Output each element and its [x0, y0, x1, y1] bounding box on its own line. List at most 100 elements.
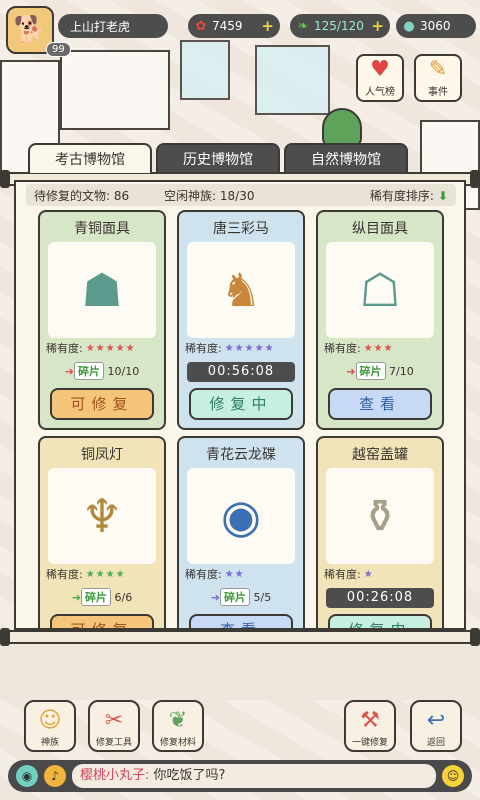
rarity-row: 稀有度: ★★★ — [324, 342, 394, 355]
fragment-progress: ➜ 碎片 5/5 — [185, 588, 297, 606]
gold-amount: 7459 — [212, 19, 243, 33]
repairable-button[interactable]: 可修复 — [50, 388, 154, 420]
tang-horse-icon: ♞ — [187, 242, 295, 338]
fragment-progress: ➜ 碎片 7/10 — [324, 362, 436, 380]
back-button[interactable]: ↩ 返回 — [410, 700, 462, 752]
rarity-row: 稀有度: ★★ — [185, 568, 245, 581]
gem-icon: ● — [403, 18, 415, 34]
repair-materials-button[interactable]: ❦ 修复材料 — [152, 700, 204, 752]
bronze-mask-icon: ☗ — [48, 242, 156, 338]
phoenix-lamp-icon: ♆ — [48, 468, 156, 564]
covered-jar-icon: ⚱ — [326, 468, 434, 564]
sort-down-icon: ⬇ — [437, 188, 448, 203]
player-level-badge: 99 — [46, 42, 71, 57]
repair-timer: 00:26:08 — [326, 588, 434, 608]
chat-channel-icon[interactable]: ◉ — [16, 765, 38, 787]
rarity-row: 稀有度: ★★★★★ — [185, 342, 275, 355]
rarity-stars: ★★★ — [363, 342, 394, 354]
deity-icon: ☺ — [38, 708, 62, 733]
idle-value: 18/30 — [219, 188, 255, 203]
artifact-title: 铜凤灯 — [81, 447, 123, 463]
artifact-card-porcelain-plate[interactable]: 青花云龙碟 ◉ 稀有度: ★★ ➜ 碎片 5/5 查看 — [177, 436, 305, 628]
events-button[interactable]: ✎ 事件 — [414, 54, 462, 102]
gem-amount: 3060 — [420, 19, 451, 33]
add-energy-button[interactable]: + — [371, 17, 384, 35]
repair-materials-label: 修复材料 — [159, 738, 196, 748]
tab-nature-museum[interactable]: 自然博物馆 — [284, 143, 408, 173]
rarity-row: 稀有度: ★ — [324, 568, 374, 581]
red-flower-icon: ✿ — [195, 18, 207, 34]
player-name: 上山打老虎 — [70, 19, 131, 34]
rarity-stars: ★★★★★ — [85, 342, 136, 354]
view-button[interactable]: 查看 — [189, 614, 293, 628]
back-label: 返回 — [426, 738, 445, 748]
tab-archaeology-museum[interactable]: 考古博物馆 — [28, 143, 152, 173]
materials-icon: ❦ — [168, 708, 188, 733]
emoji-icon[interactable]: ☺ — [442, 765, 464, 787]
artifact-card-phoenix-lamp[interactable]: 铜凤灯 ♆ 稀有度: ★★★★ ➜ 碎片 6/6 可修复 — [38, 436, 166, 628]
artifact-title: 纵目面具 — [352, 221, 408, 237]
rarity-row: 稀有度: ★★★★ — [46, 568, 126, 581]
artifact-title: 青花云龙碟 — [206, 447, 276, 463]
pending-artifacts: 待修复的文物: 86 — [34, 187, 164, 204]
repairing-button[interactable]: 修复中 — [189, 388, 293, 420]
popularity-board-button[interactable]: ♥ 人气榜 — [356, 54, 404, 102]
chat-bar: ◉ ♪ 樱桃小丸子: 你吃饭了吗? ☺ — [8, 760, 472, 792]
artifact-card-tang-horse[interactable]: 唐三彩马 ♞ 稀有度: ★★★★★ 00:56:08 修复中 — [177, 210, 305, 430]
repair-timer: 00:56:08 — [187, 362, 295, 382]
tab-history-museum[interactable]: 历史博物馆 — [156, 143, 280, 173]
rarity-stars: ★ — [363, 568, 374, 580]
artifact-title: 唐三彩马 — [213, 221, 269, 237]
rarity-stars: ★★★★★ — [224, 342, 275, 354]
repair-tools-label: 修复工具 — [95, 738, 132, 748]
chat-user-name: 樱桃小丸子: — [80, 768, 150, 783]
popularity-board-label: 人气榜 — [365, 87, 395, 98]
fragment-progress: ➜ 碎片 6/6 — [46, 588, 158, 606]
repairing-button[interactable]: 修复中 — [328, 614, 432, 628]
artifact-card-bronze-mask[interactable]: 青铜面具 ☗ 稀有度: ★★★★★ ➜ 碎片 10/10 可修复 — [38, 210, 166, 430]
repairable-button[interactable]: 可修复 — [50, 614, 154, 628]
rarity-stars: ★★ — [224, 568, 245, 580]
idle-label: 空闲神族: — [164, 188, 217, 203]
voice-icon[interactable]: ♪ — [44, 765, 66, 787]
scroll-event-icon: ✎ — [428, 57, 448, 82]
museum-tabs: 考古博物馆 历史博物馆 自然博物馆 — [28, 143, 448, 173]
player-name-pill: 上山打老虎 — [58, 14, 168, 38]
one-click-repair-button[interactable]: ⚒ 一键修复 — [344, 700, 396, 752]
repair-tools-button[interactable]: ✂ 修复工具 — [88, 700, 140, 752]
leaf-icon: ❧ — [297, 18, 309, 34]
rarity-row: 稀有度: ★★★★★ — [46, 342, 136, 355]
pending-value: 86 — [113, 188, 130, 203]
one-click-repair-label: 一键修复 — [351, 738, 388, 748]
gem-pill: ● 3060 — [396, 14, 476, 38]
artifact-title: 青铜面具 — [74, 221, 130, 237]
artifact-panel: 待修复的文物: 86 空闲神族: 18/30 稀有度排序: ⬇ 青铜面具 ☗ 稀有… — [14, 180, 466, 630]
idle-deities: 空闲神族: 18/30 — [164, 187, 294, 204]
heart-board-icon: ♥ — [370, 57, 390, 82]
fragment-progress: ➜ 碎片 10/10 — [46, 362, 158, 380]
rarity-stars: ★★★★ — [85, 568, 126, 580]
chat-message[interactable]: 樱桃小丸子: 你吃饭了吗? — [72, 764, 436, 788]
gold-pill: ✿ 7459 + — [188, 14, 280, 38]
scroll-rod-bottom — [0, 628, 480, 646]
energy-amount: 125/120 — [314, 19, 364, 33]
view-button[interactable]: 查看 — [328, 388, 432, 420]
porcelain-plate-icon: ◉ — [187, 468, 295, 564]
back-icon: ↩ — [426, 708, 446, 733]
sort-label: 稀有度排序: — [369, 188, 434, 203]
rarity-sort-toggle[interactable]: 稀有度排序: ⬇ — [370, 187, 448, 204]
bronze-mask-icon: ☖ — [326, 242, 434, 338]
chat-message-text: 你吃饭了吗? — [153, 768, 226, 783]
top-status-bar: 🐕 99 上山打老虎 ✿ 7459 + ❧ 125/120 + ● 3060 — [0, 0, 480, 57]
one-click-repair-icon: ⚒ — [360, 708, 380, 733]
pending-label: 待修复的文物: — [34, 188, 111, 203]
energy-pill: ❧ 125/120 + — [290, 14, 390, 38]
events-label: 事件 — [428, 87, 448, 98]
deity-label: 神族 — [40, 738, 59, 748]
info-bar: 待修复的文物: 86 空闲神族: 18/30 稀有度排序: ⬇ — [26, 184, 456, 206]
tools-icon: ✂ — [104, 708, 124, 733]
artifact-card-covered-jar[interactable]: 越窑盖罐 ⚱ 稀有度: ★ 00:26:08 修复中 — [316, 436, 444, 628]
artifact-card-vertical-eye-mask[interactable]: 纵目面具 ☖ 稀有度: ★★★ ➜ 碎片 7/10 查看 — [316, 210, 444, 430]
deity-button[interactable]: ☺ 神族 — [24, 700, 76, 752]
add-gold-button[interactable]: + — [261, 17, 274, 35]
